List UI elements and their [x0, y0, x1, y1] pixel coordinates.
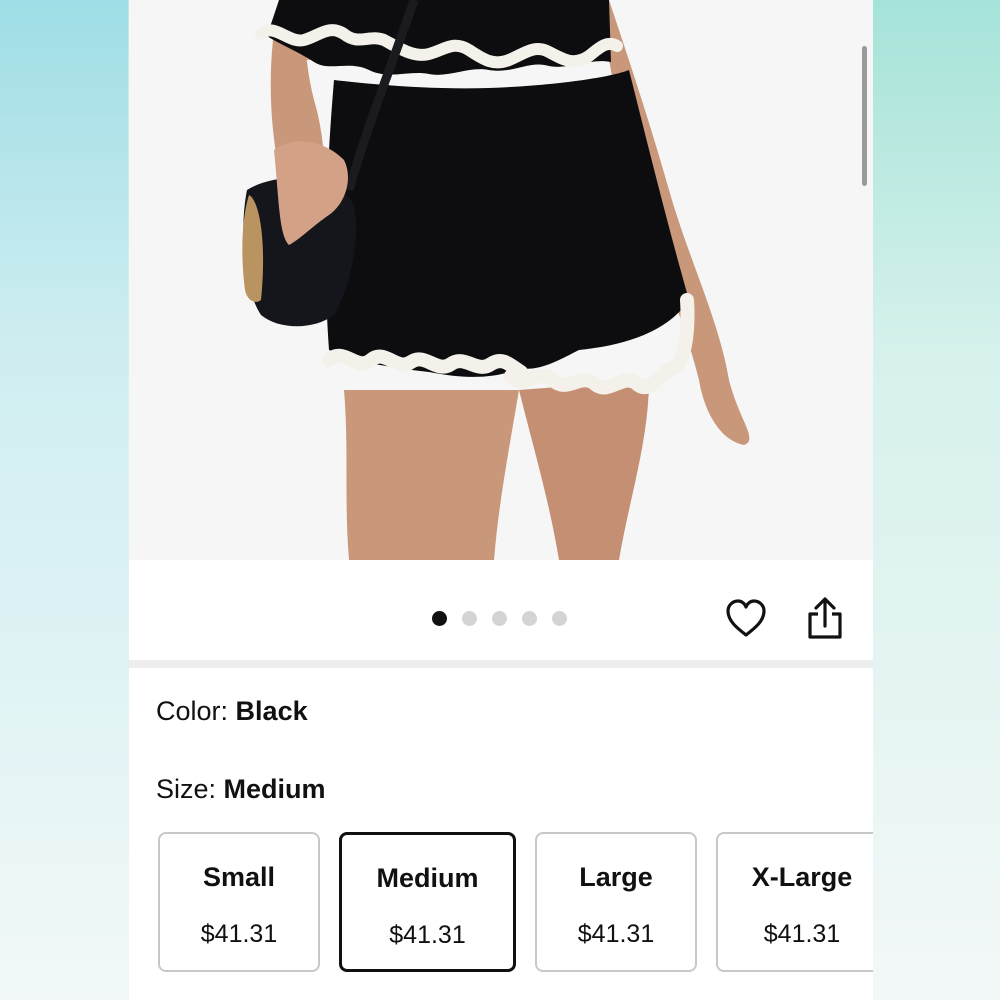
color-value: Black: [235, 696, 308, 726]
size-option-price: $41.31: [763, 920, 841, 948]
size-option-name: X-Large: [751, 862, 853, 892]
add-to-wishlist-button[interactable]: [725, 598, 767, 640]
gallery-dot[interactable]: [432, 611, 447, 626]
section-divider: [129, 660, 873, 668]
size-option-name: Small: [202, 862, 276, 892]
size-option-name: Large: [579, 862, 653, 892]
size-option-price: $41.31: [200, 920, 278, 948]
size-option-x-large[interactable]: X-Large $41.31: [716, 832, 873, 972]
share-button[interactable]: [805, 596, 845, 640]
gallery-dot[interactable]: [552, 611, 567, 626]
size-selection: Size: Medium: [156, 774, 326, 805]
share-icon: [808, 597, 842, 639]
size-value: Medium: [223, 774, 326, 804]
background-left: [0, 0, 128, 1000]
color-selection: Color: Black: [156, 696, 308, 727]
image-controls: [129, 560, 873, 660]
background-right: [872, 0, 1000, 1000]
size-option-price: $41.31: [577, 920, 655, 948]
gallery-dot[interactable]: [522, 611, 537, 626]
size-label: Size:: [156, 774, 217, 804]
size-option-large[interactable]: Large $41.31: [535, 832, 697, 972]
scrollbar[interactable]: [862, 46, 867, 186]
size-options: Small $41.31 Medium $41.31 Large $41.31 …: [158, 832, 873, 974]
size-option-small[interactable]: Small $41.31: [158, 832, 320, 972]
gallery-dots: [432, 611, 567, 626]
product-photo: [129, 0, 873, 560]
gallery-dot[interactable]: [492, 611, 507, 626]
size-option-medium[interactable]: Medium $41.31: [339, 832, 516, 972]
size-option-name: Medium: [376, 863, 479, 893]
heart-icon: [726, 599, 766, 637]
product-page: Color: Black Size: Medium Small $41.31 M…: [129, 0, 873, 1000]
size-option-price: $41.31: [389, 921, 466, 949]
product-image[interactable]: [129, 0, 873, 560]
gallery-dot[interactable]: [462, 611, 477, 626]
color-label: Color:: [156, 696, 229, 726]
